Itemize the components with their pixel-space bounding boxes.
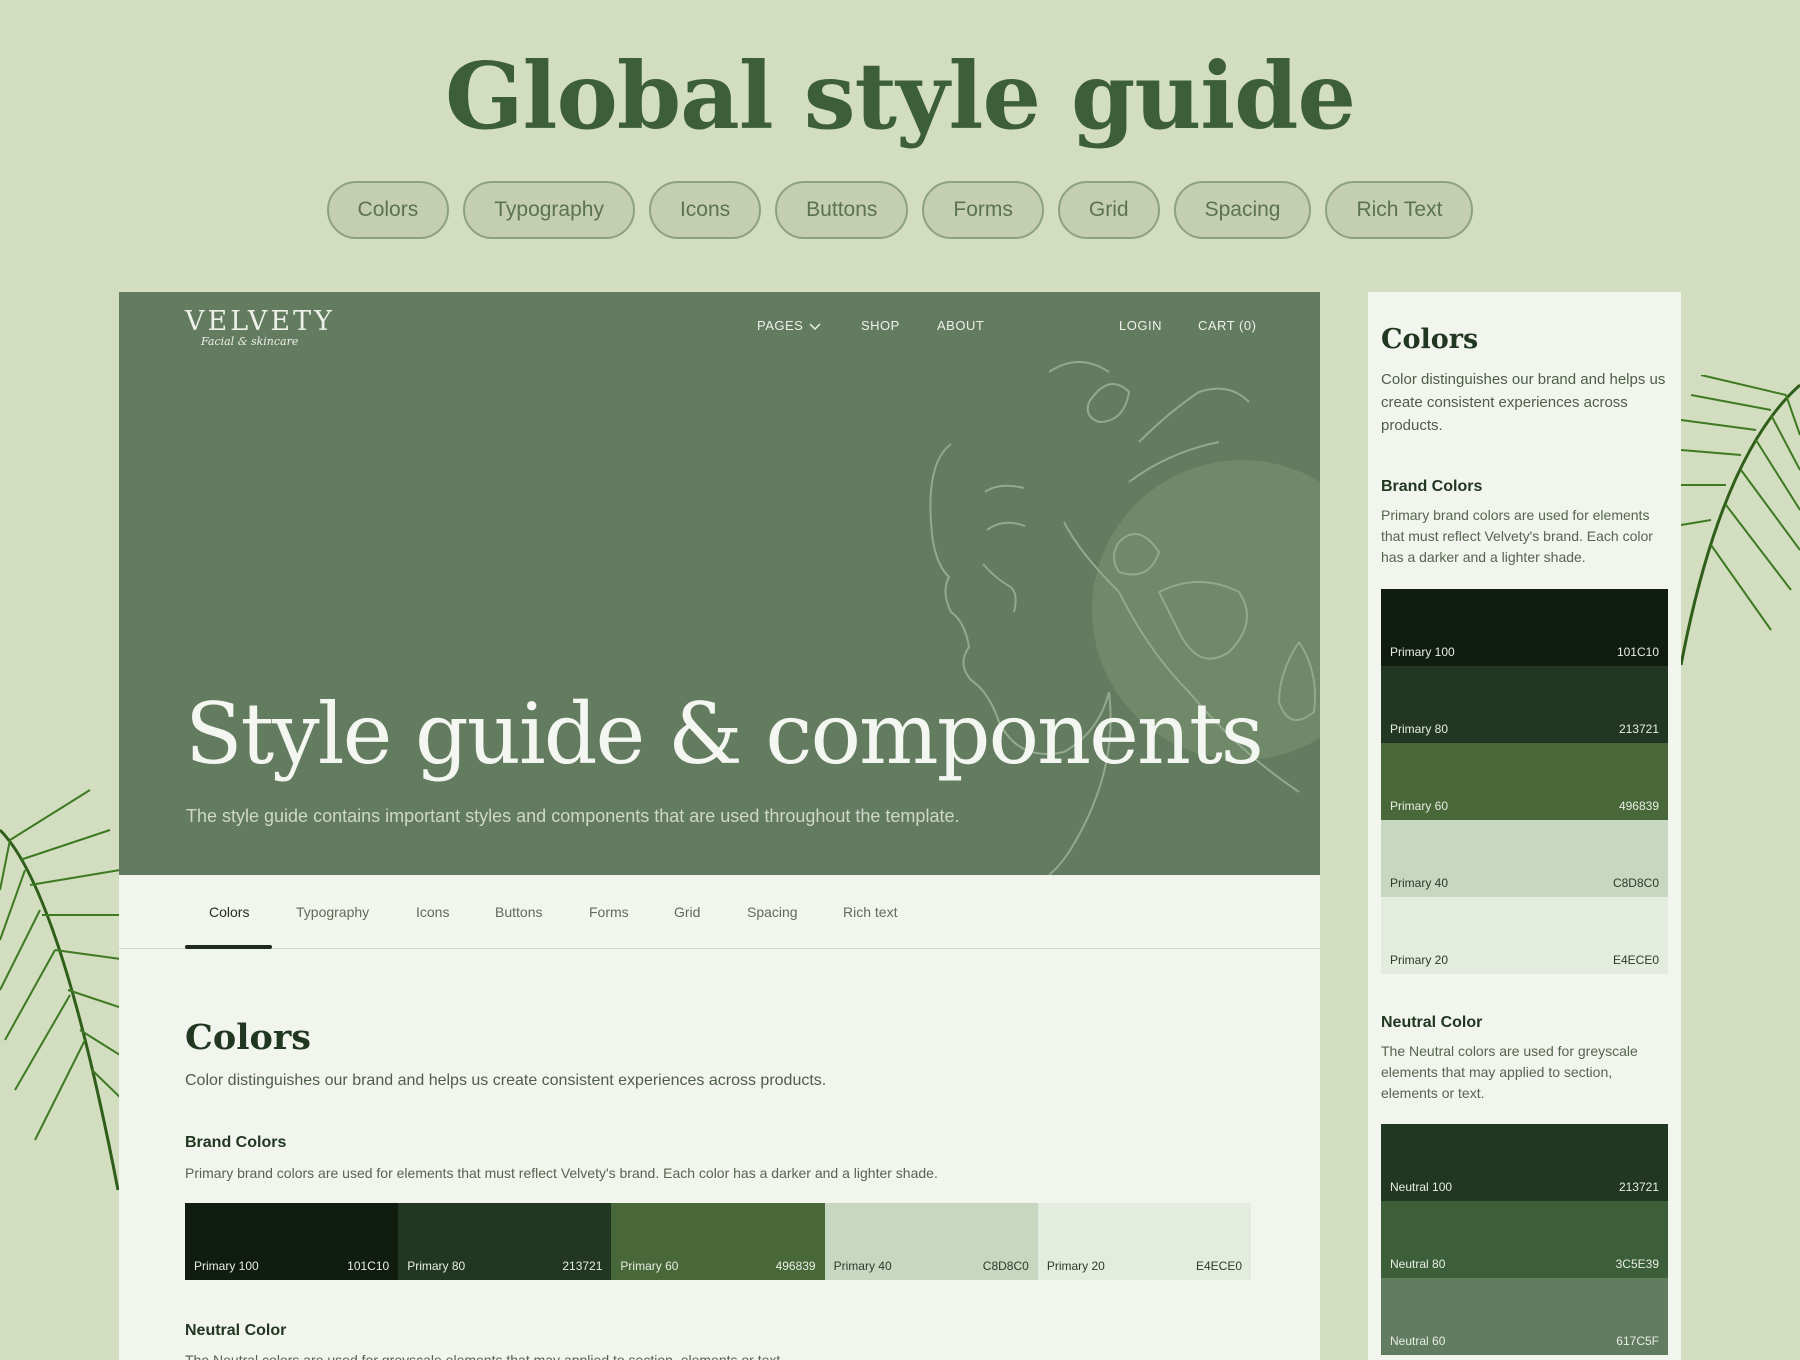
swatch-hex: 213721	[562, 1259, 603, 1273]
brand-colors-description: Primary brand colors are used for elemen…	[185, 1165, 938, 1181]
palm-leaf-left	[0, 789, 129, 1191]
nav-cart[interactable]: CART (0)	[1198, 318, 1256, 333]
swatch-name: Primary 100	[1390, 645, 1455, 659]
swatch-hex: 101C10	[1616, 645, 1659, 659]
side-neutral-color-heading: Neutral Color	[1381, 1014, 1483, 1031]
swatch-name: Neutral 60	[1390, 1334, 1446, 1348]
brand-colors-heading: Brand Colors	[185, 1134, 287, 1151]
side-neutral-color-description: The Neutral colors are used for greyscal…	[1381, 1043, 1638, 1101]
tab-rich-text[interactable]: Rich text	[843, 904, 897, 920]
swatch-hex: E4ECE0	[1195, 1259, 1243, 1273]
swatch-hex: 101C10	[347, 1259, 390, 1273]
pill-grid[interactable]: Grid	[1057, 181, 1160, 239]
side-colors-heading: Colors	[1381, 324, 1479, 355]
hero-section: VELVETY Facial & skincare PAGES SHOP ABO…	[119, 292, 1320, 875]
active-tab-indicator	[185, 945, 272, 949]
colors-heading: Colors	[185, 1017, 311, 1058]
color-swatch: Neutral 60 617C5F	[1381, 1278, 1668, 1355]
swatch-name: Neutral 100	[1390, 1180, 1453, 1194]
logo[interactable]: VELVETY Facial & skincare	[185, 306, 335, 348]
swatch-hex: 213721	[1618, 1180, 1659, 1194]
swatch-hex: 3C5E39	[1615, 1257, 1659, 1271]
tab-grid[interactable]: Grid	[674, 904, 700, 920]
swatch-name: Primary 40	[833, 1259, 892, 1273]
tab-colors[interactable]: Colors	[209, 904, 249, 920]
swatch-hex: 496839	[1618, 799, 1659, 813]
nav-shop[interactable]: SHOP	[861, 318, 900, 333]
hero-subtitle: The style guide contains important style…	[186, 806, 960, 826]
side-brand-colors-description: Primary brand colors are used for elemen…	[1381, 507, 1653, 565]
side-neutral-swatch-stack: Neutral 100 213721 Neutral 80 3C5E39 Neutral…	[1381, 1124, 1668, 1355]
color-swatch: Primary 40 C8D8C0	[824, 1203, 1038, 1280]
pill-nav: Colors Typography Icons Buttons Forms Gr…	[0, 181, 1800, 239]
swatch-name: Primary 80	[1390, 722, 1449, 736]
color-swatch: Neutral 80 3C5E39	[1381, 1201, 1668, 1278]
color-swatch: Primary 60 496839	[611, 1203, 825, 1280]
brand-swatch-row: Primary 100 101C10 Primary 80 213721 Primary…	[185, 1203, 1252, 1280]
pill-icons[interactable]: Icons	[648, 181, 762, 239]
nav-pages-label: PAGES	[757, 318, 804, 333]
swatch-name: Primary 20	[1390, 953, 1449, 967]
pill-colors[interactable]: Colors	[326, 181, 450, 239]
tab-icons[interactable]: Icons	[416, 904, 449, 920]
palm-leaf-right	[1681, 375, 1800, 666]
tab-buttons[interactable]: Buttons	[495, 904, 542, 920]
color-swatch: Primary 60 496839	[1381, 743, 1668, 820]
colors-description: Color distinguishes our brand and helps …	[185, 1072, 827, 1089]
neutral-color-heading: Neutral Color	[185, 1322, 287, 1339]
swatch-hex: 617C5F	[1616, 1334, 1659, 1348]
nav-login[interactable]: LOGIN	[1119, 318, 1162, 333]
pill-typography[interactable]: Typography	[463, 181, 635, 239]
pill-forms[interactable]: Forms	[922, 181, 1044, 239]
section-tabs: Colors Typography Icons Buttons Forms Gr…	[119, 875, 1320, 949]
color-swatch: Primary 40 C8D8C0	[1381, 820, 1668, 897]
color-swatch: Primary 80 213721	[398, 1203, 612, 1280]
mobile-preview: Colors Color distinguishes our brand and…	[1368, 292, 1681, 1360]
nav-about[interactable]: ABOUT	[937, 318, 984, 333]
swatch-hex: E4ECE0	[1612, 953, 1659, 967]
tab-typography[interactable]: Typography	[296, 904, 369, 920]
swatch-hex: C8D8C0	[982, 1259, 1029, 1273]
nav-pages[interactable]: PAGES	[757, 318, 822, 333]
face-flower-line-art	[929, 361, 1320, 875]
color-swatch: Neutral 100 213721	[1381, 1124, 1668, 1201]
color-swatch: Primary 20 E4ECE0	[1381, 897, 1668, 974]
neutral-color-description: The Neutral colors are used for greyscal…	[185, 1352, 785, 1360]
color-swatch: Primary 100 101C10	[1381, 589, 1668, 666]
swatch-hex: 213721	[1618, 722, 1659, 736]
swatch-name: Primary 40	[1390, 876, 1449, 890]
swatch-name: Primary 20	[1046, 1259, 1105, 1273]
tab-spacing[interactable]: Spacing	[747, 904, 798, 920]
pill-rich-text[interactable]: Rich Text	[1325, 181, 1474, 239]
side-brand-swatch-stack: Primary 100 101C10 Primary 80 213721 Primary…	[1381, 589, 1668, 974]
swatch-name: Primary 60	[620, 1259, 679, 1273]
logo-wordmark: VELVETY	[185, 306, 335, 337]
color-swatch: Primary 80 213721	[1381, 666, 1668, 743]
swatch-name: Primary 60	[1390, 799, 1449, 813]
main-preview: VELVETY Facial & skincare PAGES SHOP ABO…	[119, 292, 1320, 1360]
tab-forms[interactable]: Forms	[589, 904, 629, 920]
side-brand-colors-heading: Brand Colors	[1381, 478, 1483, 495]
page-title: Global style guide	[444, 42, 1356, 150]
side-colors-description: Color distinguishes our brand and helps …	[1381, 371, 1666, 434]
hero-title: Style guide & components	[185, 685, 1264, 783]
swatch-hex: C8D8C0	[1612, 876, 1659, 890]
pill-spacing[interactable]: Spacing	[1173, 181, 1312, 239]
swatch-name: Primary 100	[194, 1259, 259, 1273]
pill-buttons[interactable]: Buttons	[775, 181, 909, 239]
swatch-hex: 496839	[775, 1259, 816, 1273]
color-swatch: Primary 100 101C10	[185, 1203, 399, 1280]
chevron-down-icon	[809, 322, 821, 330]
swatch-name: Neutral 80	[1390, 1257, 1446, 1271]
color-swatch: Primary 20 E4ECE0	[1037, 1203, 1252, 1280]
swatch-name: Primary 80	[407, 1259, 466, 1273]
